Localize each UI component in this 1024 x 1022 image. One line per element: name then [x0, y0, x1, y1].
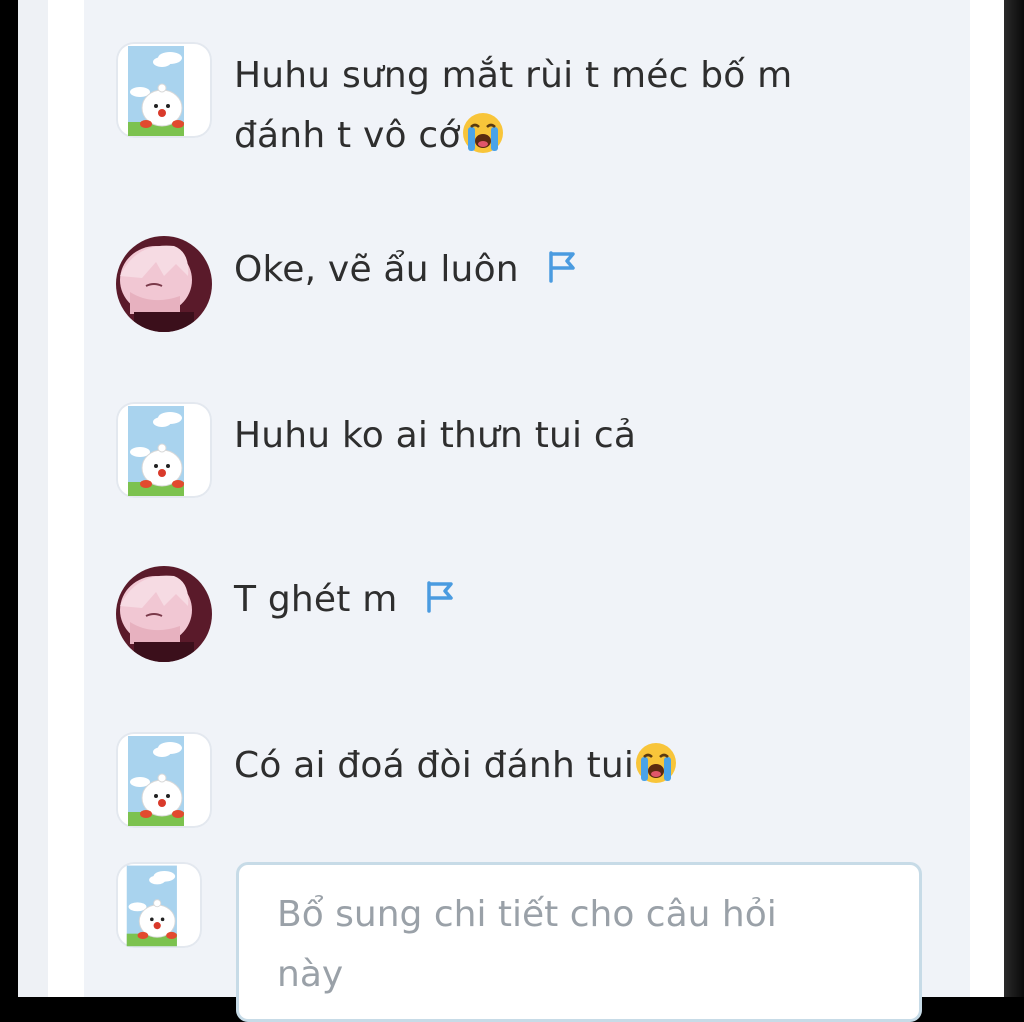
user-avatar[interactable]: [116, 42, 212, 138]
loudly-crying-face-icon: [634, 741, 678, 785]
comment-text: Huhu sưng mắt rùi t méc bố m đánh t vô c…: [234, 46, 874, 166]
input-placeholder: Bổ sung chi tiết cho câu hỏi này: [277, 894, 777, 995]
user-avatar[interactable]: [116, 566, 212, 662]
report-flag-icon[interactable]: [545, 249, 581, 285]
comment-item: T ghét m: [116, 566, 936, 662]
loudly-crying-face-icon: [461, 111, 505, 155]
current-user-avatar: [116, 862, 202, 948]
chick-cartoon-icon: [116, 42, 212, 138]
left-margin: [18, 0, 48, 997]
comment-body: Có ai đoá đòi đánh tui: [234, 745, 635, 786]
comment-body: Huhu sưng mắt rùi t méc bố m đánh t vô c…: [234, 55, 793, 156]
add-detail-input[interactable]: Bổ sung chi tiết cho câu hỏi này: [236, 862, 922, 1022]
comment-body: Oke, vẽ ẩu luôn: [234, 249, 519, 290]
anime-boy-icon: [116, 236, 212, 332]
anime-boy-icon: [116, 566, 212, 662]
chick-cartoon-icon: [116, 402, 212, 498]
comment-item: Oke, vẽ ẩu luôn: [116, 236, 936, 332]
chick-cartoon-icon: [116, 862, 202, 948]
user-avatar[interactable]: [116, 402, 212, 498]
comment-text: Huhu ko ai thưn tui cả: [234, 406, 874, 466]
chick-cartoon-icon: [116, 732, 212, 828]
comment-body: Huhu ko ai thưn tui cả: [234, 415, 637, 456]
comment-text: T ghét m: [234, 570, 874, 630]
comment-text: Có ai đoá đòi đánh tui: [234, 736, 874, 796]
comment-item: Huhu sưng mắt rùi t méc bố m đánh t vô c…: [116, 42, 936, 172]
comment-body: T ghét m: [234, 579, 398, 620]
comment-item: Huhu ko ai thưn tui cả: [116, 402, 936, 498]
report-flag-icon[interactable]: [423, 579, 459, 615]
right-edge: [1004, 0, 1024, 997]
comment-text: Oke, vẽ ẩu luôn: [234, 240, 874, 300]
user-avatar[interactable]: [116, 236, 212, 332]
comment-item: Có ai đoá đòi đánh tui: [116, 732, 936, 828]
user-avatar[interactable]: [116, 732, 212, 828]
